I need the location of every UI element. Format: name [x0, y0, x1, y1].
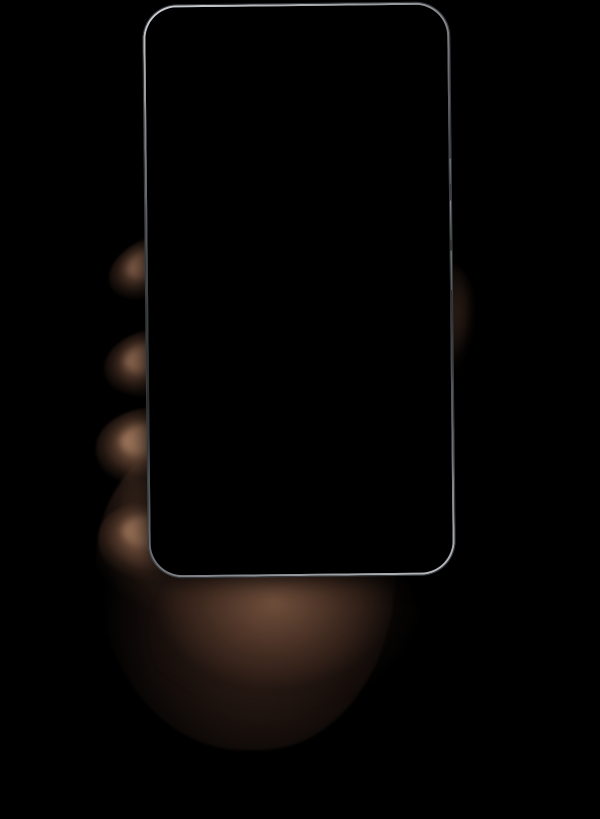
palette-icon: [326, 46, 341, 62]
tab-effect-label: EFFECT: [388, 65, 429, 78]
sliders-icon: [220, 528, 235, 541]
status-indicators: 4G: [372, 15, 430, 29]
subtab-system[interactable]: SYSTEM: [386, 83, 446, 112]
sliders-tool-button[interactable]: [152, 525, 301, 544]
tool-row: [152, 512, 450, 555]
sub-tab-bar: URCETYPE CTO/B HSI PICKER SYSTEM: [147, 83, 447, 115]
volume-down-button[interactable]: [450, 250, 454, 291]
slider-handle[interactable]: [218, 176, 233, 190]
phone-screen: 3:22 4G WHITE GEL COLOR EFFECT URCETYPE …: [147, 6, 451, 574]
intensity-slider-wrap: [149, 155, 447, 192]
sun-brightness-icon: [176, 47, 194, 64]
bar-chart-icon: [252, 48, 267, 62]
intensity-label: INT: [238, 141, 263, 158]
toggle-knob: [343, 142, 355, 154]
color-swatch[interactable]: [197, 217, 252, 248]
hsi-panel: INT 18% H: 0° S: 0%: [148, 111, 451, 556]
saturation-value: 0%: [375, 225, 391, 237]
hue-field[interactable]: H: 0°: [265, 216, 326, 247]
tab-gel-label: GEL: [249, 67, 270, 79]
battery-icon: [409, 16, 430, 27]
power-button[interactable]: [449, 158, 452, 185]
subtab-ctob[interactable]: CTO/B: [207, 85, 267, 114]
magic-wand-icon: [400, 46, 417, 59]
screenshot-root: 3:22 4G WHITE GEL COLOR EFFECT URCETYPE …: [0, 0, 600, 819]
color-wheel-wrap: [150, 268, 450, 453]
intensity-slider[interactable]: [184, 172, 411, 192]
nav-presets[interactable]: Presets: [302, 566, 451, 574]
subtab-sourcetype[interactable]: URCETYPE: [148, 86, 208, 115]
volume-up-button[interactable]: [450, 200, 453, 241]
main-tab-bar: WHITE GEL COLOR EFFECT: [147, 36, 446, 87]
ring-tool-button[interactable]: [301, 524, 450, 543]
notch: [249, 7, 344, 16]
tab-color-label: COLOR: [315, 66, 353, 78]
tab-white-label: WHITE: [168, 68, 202, 80]
bottom-nav-bar: Fixtures Presets: [152, 552, 451, 574]
smartphone: 3:22 4G WHITE GEL COLOR EFFECT URCETYPE …: [143, 2, 455, 578]
subtab-hsi[interactable]: HSI: [267, 85, 327, 114]
tab-gel[interactable]: GEL: [222, 38, 297, 86]
intensity-row: INT 18%: [148, 111, 446, 158]
signal-bars-icon: [372, 17, 385, 27]
nav-fixtures[interactable]: Fixtures: [153, 568, 302, 574]
subtab-picker[interactable]: PICKER: [327, 84, 387, 113]
hue-key: H:: [274, 226, 285, 238]
color-value-row: H: 0° S: 0%: [149, 189, 448, 248]
color-wheel-ring: [207, 269, 392, 453]
status-clock: 3:22: [165, 17, 192, 32]
saturation-field[interactable]: S: 0%: [339, 215, 400, 246]
hue-value: 0°: [306, 225, 317, 237]
ring-icon: [369, 526, 383, 540]
color-wheel-selector[interactable]: [288, 349, 311, 373]
saturation-key: S:: [348, 225, 358, 237]
intensity-toggle[interactable]: [327, 140, 357, 157]
tab-color[interactable]: COLOR: [296, 37, 372, 86]
intensity-value: 18%: [275, 140, 305, 158]
tab-white[interactable]: WHITE: [147, 39, 222, 87]
network-type-label: 4G: [389, 15, 405, 29]
tab-effect[interactable]: EFFECT: [371, 36, 446, 84]
